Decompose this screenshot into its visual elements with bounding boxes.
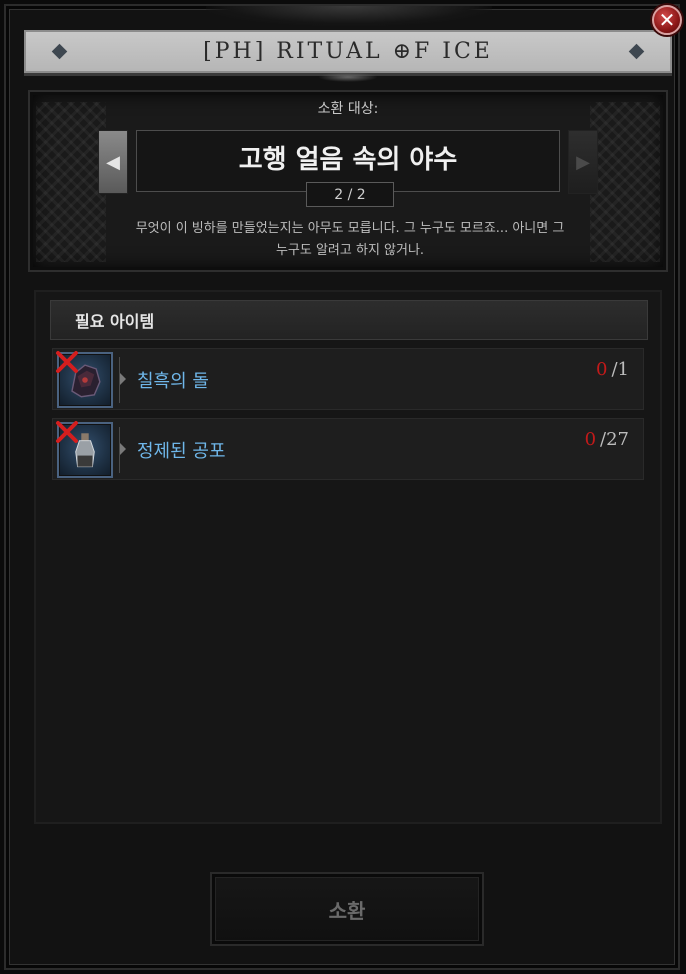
- item-count-need: /1: [611, 359, 629, 380]
- summon-target-name: 고행 얼음 속의 야수: [238, 144, 458, 175]
- required-items-panel: 필요 아이템 칠흑의 돌 0/1 정제된 공포 0 /27: [34, 290, 662, 824]
- description-line: 무엇이 이 빙하를 만들었는지는 아무도 모릅니다. 그 누구도 모르죠... …: [135, 221, 565, 236]
- arrow-left-icon: ◀: [106, 151, 120, 173]
- item-name: 칠흑의 돌: [137, 371, 209, 392]
- summon-description: 무엇이 이 빙하를 만들었는지는 아무도 모릅니다. 그 누구도 모르죠... …: [80, 218, 620, 262]
- item-count: 0/27: [585, 429, 629, 450]
- missing-x-icon: [56, 421, 78, 443]
- dark-stone-icon: [56, 351, 113, 408]
- close-button[interactable]: ✕: [652, 5, 682, 35]
- page-indicator: 2 / 2: [306, 182, 394, 207]
- summon-target-label: 소환 대상:: [317, 101, 379, 117]
- diamond-ornament-icon: [628, 43, 645, 60]
- next-target-button[interactable]: ▶: [568, 130, 598, 194]
- missing-x-icon: [56, 351, 78, 373]
- item-count-have: 0: [596, 359, 608, 380]
- window-title: [PH] RITUAL ⊕F ICE: [203, 39, 493, 64]
- required-item-row[interactable]: 칠흑의 돌 0/1: [52, 348, 644, 410]
- refined-terror-vial-icon: [56, 421, 113, 478]
- close-icon: ✕: [658, 8, 676, 32]
- title-ornament: [318, 72, 378, 82]
- item-separator: [119, 427, 126, 473]
- item-count-need: /27: [600, 429, 629, 450]
- previous-target-button[interactable]: ◀: [98, 130, 128, 194]
- required-item-row[interactable]: 정제된 공포 0/27: [52, 418, 644, 480]
- arrow-right-icon: ▶: [576, 151, 590, 173]
- item-count-have: 0: [584, 429, 597, 450]
- description-line: 누구도 알려고 하지 않거나.: [275, 243, 425, 258]
- ritual-window: [PH] RITUAL ⊕F ICE 소환 대상: ◀ 고행 얼음 속의 야수 …: [4, 4, 680, 970]
- top-ornament: [206, 6, 492, 26]
- item-count: 0/1: [596, 359, 629, 380]
- item-name: 정제된 공포: [137, 441, 226, 462]
- summon-target-panel: 소환 대상: ◀ 고행 얼음 속의 야수 2 / 2 ▶ 무엇이 이 빙하를 만…: [28, 90, 668, 272]
- required-items-header: 필요 아이템: [50, 300, 648, 340]
- item-separator: [119, 357, 126, 403]
- title-bar: [PH] RITUAL ⊕F ICE: [24, 30, 672, 76]
- diamond-ornament-icon: [51, 43, 68, 60]
- summon-button[interactable]: 소환: [210, 872, 484, 946]
